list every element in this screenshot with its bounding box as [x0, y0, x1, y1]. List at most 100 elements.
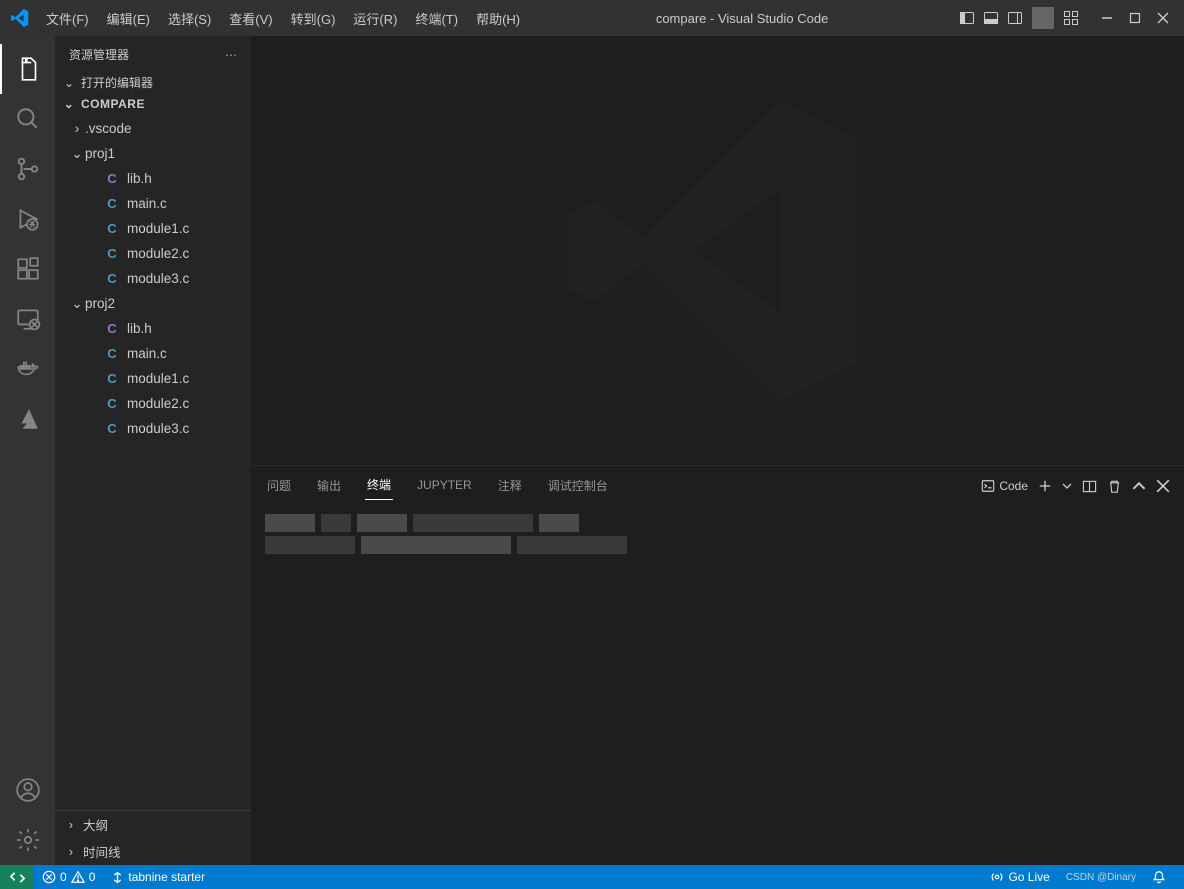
file-lib.h[interactable]: Clib.h [55, 166, 251, 191]
status-notifications[interactable] [1144, 870, 1174, 884]
chevron-right-icon: › [63, 845, 79, 859]
maximize-panel-button[interactable] [1132, 479, 1146, 493]
terminal-icon [981, 479, 995, 493]
file-module3.c[interactable]: Cmodule3.c [55, 416, 251, 441]
panel-tab-jupyter[interactable]: JUPYTER [415, 474, 474, 498]
menu-go[interactable]: 转到(G) [283, 5, 344, 32]
toggle-panel-icon[interactable] [980, 7, 1002, 29]
activity-source-control-icon[interactable] [0, 144, 55, 194]
open-editors-label: 打开的编辑器 [81, 74, 153, 91]
panel-tab-terminal[interactable]: 终端 [365, 472, 393, 500]
activity-bar [0, 36, 55, 865]
editor-empty-state [251, 36, 1184, 465]
menu-file[interactable]: 文件(F) [38, 5, 97, 32]
file-label: lib.h [127, 321, 152, 336]
new-terminal-button[interactable] [1038, 479, 1052, 493]
c-file-icon: C [103, 271, 121, 286]
menu-view[interactable]: 查看(V) [221, 5, 280, 32]
section-open-editors[interactable]: ⌄ 打开的编辑器 [55, 71, 251, 94]
broadcast-icon [990, 870, 1004, 884]
title-bar: 文件(F) 编辑(E) 选择(S) 查看(V) 转到(G) 运行(R) 终端(T… [0, 0, 1184, 36]
c-file-icon: C [103, 371, 121, 386]
golive-label: Go Live [1008, 870, 1049, 884]
terminal-profile-label: Code [999, 479, 1028, 493]
file-label: module2.c [127, 396, 189, 411]
menu-edit[interactable]: 编辑(E) [99, 5, 158, 32]
folder-label: .vscode [85, 121, 132, 136]
chevron-right-icon: › [69, 121, 85, 136]
folder-label: proj2 [85, 296, 115, 311]
toggle-primary-sidebar-icon[interactable] [956, 7, 978, 29]
panel-tab-debug-console[interactable]: 调试控制台 [546, 473, 610, 500]
activity-explorer-icon[interactable] [0, 44, 55, 94]
c-file-icon: C [103, 421, 121, 436]
file-tree: ›.vscode⌄proj1Clib.hCmain.cCmodule1.cCmo… [55, 114, 251, 443]
chevron-down-icon: ⌄ [61, 76, 77, 90]
file-main.c[interactable]: Cmain.c [55, 341, 251, 366]
file-lib.h[interactable]: Clib.h [55, 316, 251, 341]
file-module3.c[interactable]: Cmodule3.c [55, 266, 251, 291]
section-outline[interactable]: › 大纲 [55, 811, 251, 838]
chevron-right-icon: › [63, 818, 79, 832]
bell-icon [1152, 870, 1166, 884]
status-problems[interactable]: 0 0 [34, 865, 103, 889]
folder-.vscode[interactable]: ›.vscode [55, 116, 251, 141]
c-file-icon: C [103, 346, 121, 361]
panel-tab-output[interactable]: 输出 [315, 473, 343, 500]
section-workspace[interactable]: ⌄ COMPARE [55, 94, 251, 114]
maximize-button[interactable] [1124, 7, 1146, 29]
menu-help[interactable]: 帮助(H) [468, 5, 528, 32]
sidebar-more-icon[interactable]: ⋯ [225, 48, 237, 62]
section-timeline[interactable]: › 时间线 [55, 838, 251, 865]
panel-tab-comments[interactable]: 注释 [496, 473, 524, 500]
activity-settings-icon[interactable] [0, 815, 55, 865]
activity-remote-explorer-icon[interactable] [0, 294, 55, 344]
chevron-down-icon: ⌄ [69, 146, 85, 162]
terminal-output-redacted [265, 514, 1170, 532]
activity-search-icon[interactable] [0, 94, 55, 144]
error-icon [42, 870, 56, 884]
panel-tab-problems[interactable]: 问题 [265, 473, 293, 500]
toggle-secondary-sidebar-icon[interactable] [1004, 7, 1026, 29]
file-module2.c[interactable]: Cmodule2.c [55, 241, 251, 266]
status-golive[interactable]: Go Live [982, 870, 1057, 884]
menu-terminal[interactable]: 终端(T) [407, 5, 466, 32]
activity-docker-icon[interactable] [0, 344, 55, 394]
folder-label: proj1 [85, 146, 115, 161]
file-label: module2.c [127, 246, 189, 261]
activity-run-debug-icon[interactable] [0, 194, 55, 244]
kill-terminal-button[interactable] [1107, 479, 1122, 494]
close-button[interactable] [1152, 7, 1174, 29]
menu-selection[interactable]: 选择(S) [160, 5, 219, 32]
folder-proj1[interactable]: ⌄proj1 [55, 141, 251, 166]
menu-run[interactable]: 运行(R) [345, 5, 405, 32]
minimize-button[interactable] [1096, 7, 1118, 29]
c-file-icon: C [103, 246, 121, 261]
folder-proj2[interactable]: ⌄proj2 [55, 291, 251, 316]
vscode-watermark-icon [568, 101, 868, 401]
split-terminal-button[interactable] [1082, 479, 1097, 494]
vscode-logo-icon [6, 9, 34, 27]
window-title: compare - Visual Studio Code [528, 11, 956, 26]
file-module1.c[interactable]: Cmodule1.c [55, 366, 251, 391]
file-label: main.c [127, 196, 167, 211]
file-module1.c[interactable]: Cmodule1.c [55, 216, 251, 241]
status-tabnine[interactable]: tabnine starter [103, 865, 213, 889]
remote-indicator[interactable] [0, 865, 34, 889]
activity-accounts-icon[interactable] [0, 765, 55, 815]
warning-icon [71, 870, 85, 884]
file-label: module3.c [127, 271, 189, 286]
activity-extensions-icon[interactable] [0, 244, 55, 294]
file-main.c[interactable]: Cmain.c [55, 191, 251, 216]
close-panel-button[interactable] [1156, 479, 1170, 493]
customize-layout-icon[interactable] [1060, 7, 1082, 29]
c-header-file-icon: C [103, 321, 121, 336]
terminal-profile-button[interactable]: Code [981, 479, 1028, 493]
error-count: 0 [60, 870, 67, 884]
chevron-down-icon: ⌄ [61, 97, 77, 111]
c-header-file-icon: C [103, 171, 121, 186]
activity-azure-icon[interactable] [0, 394, 55, 444]
file-module2.c[interactable]: Cmodule2.c [55, 391, 251, 416]
terminal-body[interactable] [251, 500, 1184, 865]
terminal-dropdown-icon[interactable] [1062, 481, 1072, 491]
